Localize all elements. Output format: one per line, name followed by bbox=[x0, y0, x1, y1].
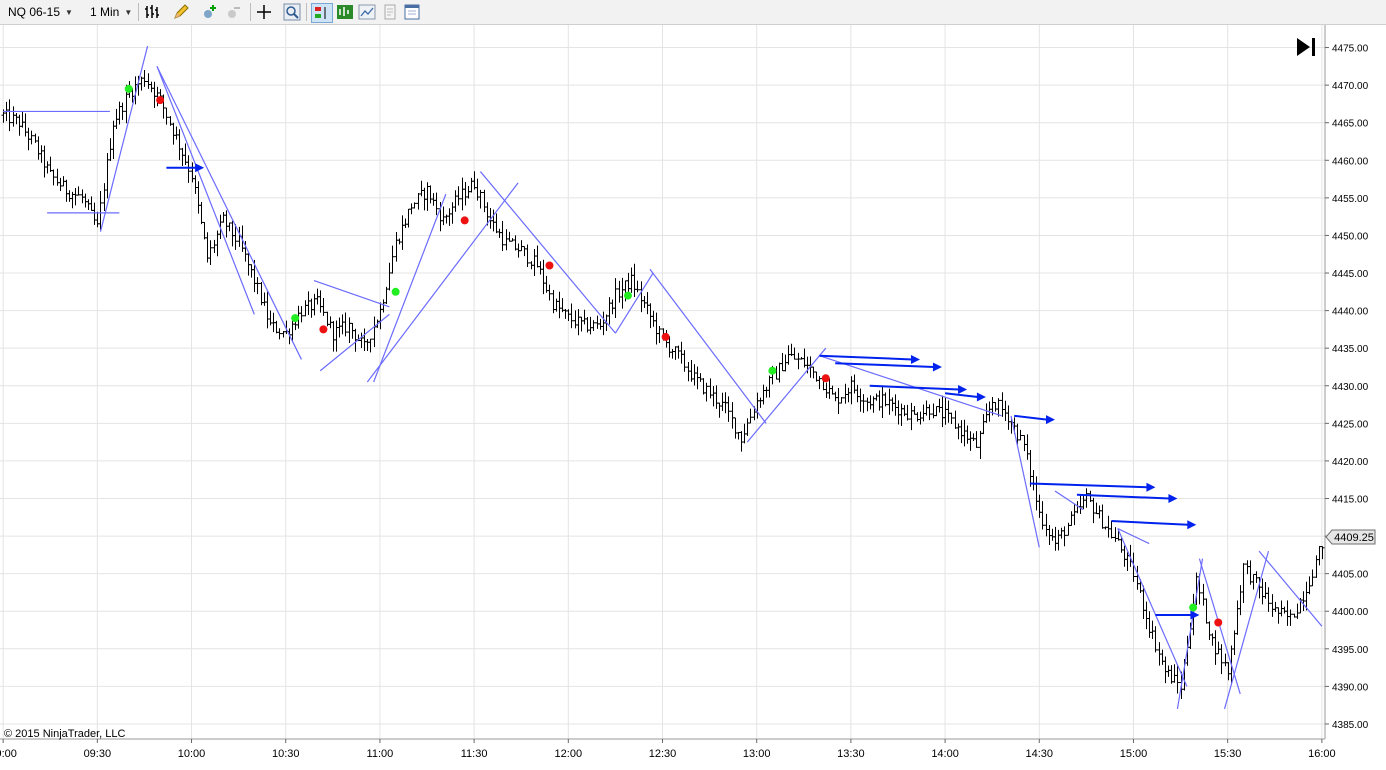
price-tick-label: 4415.00 bbox=[1332, 494, 1369, 505]
time-tick-label: 13:30 bbox=[837, 748, 865, 760]
instrument-label: NQ 06-15 bbox=[8, 5, 61, 19]
price-tick-label: 4435.00 bbox=[1332, 344, 1369, 355]
workspace-icon[interactable] bbox=[403, 3, 421, 21]
data-box-icon[interactable] bbox=[336, 3, 354, 21]
price-tick-label: 4465.00 bbox=[1332, 119, 1369, 130]
time-tick-label: 10:30 bbox=[272, 748, 300, 760]
chart-properties-icon[interactable] bbox=[358, 3, 376, 21]
price-tick-label: 4390.00 bbox=[1332, 682, 1369, 693]
remove-indicator-icon[interactable] bbox=[224, 3, 242, 21]
price-tick-label: 4400.00 bbox=[1332, 607, 1369, 618]
price-tick-label: 4420.00 bbox=[1332, 457, 1369, 468]
sell-signal-dot bbox=[821, 374, 830, 383]
price-tick-label: 4450.00 bbox=[1332, 231, 1369, 242]
last-price-label: 4409.25 bbox=[1334, 532, 1374, 544]
sell-signal-dot bbox=[319, 325, 328, 334]
crosshair-icon[interactable] bbox=[255, 3, 273, 21]
buy-signal-dot bbox=[291, 314, 300, 323]
price-tick-label: 4405.00 bbox=[1332, 570, 1369, 581]
add-indicator-icon[interactable] bbox=[200, 3, 218, 21]
time-tick-label: 15:30 bbox=[1214, 748, 1242, 760]
price-tick-label: 4460.00 bbox=[1332, 156, 1369, 167]
price-chart[interactable]: 4475.00 4470.00 4465.00 4460.00 4455.00 4450.… bbox=[0, 25, 1386, 770]
zoom-icon[interactable] bbox=[283, 3, 301, 21]
price-tick-label: 4430.00 bbox=[1332, 382, 1369, 393]
interval-label: 1 Min bbox=[90, 5, 120, 19]
last-price-marker: 4409.25 bbox=[1325, 529, 1376, 545]
price-tick-label: 4440.00 bbox=[1332, 307, 1369, 318]
sell-signal-dot bbox=[545, 261, 554, 270]
price-tick-label: 4425.00 bbox=[1332, 419, 1369, 430]
time-tick-label: 15:00 bbox=[1120, 748, 1148, 760]
time-tick-label: 13:00 bbox=[743, 748, 771, 760]
price-tick-label: 4395.00 bbox=[1332, 645, 1369, 656]
time-tick-label: 14:30 bbox=[1026, 748, 1054, 760]
interval-selector[interactable]: 1 Min ▼ bbox=[90, 2, 132, 22]
toolbar-divider bbox=[250, 3, 251, 21]
toolbar-divider bbox=[138, 3, 139, 21]
buy-signal-dot bbox=[768, 366, 777, 375]
time-tick-label: 12:00 bbox=[555, 748, 583, 760]
time-tick-label: 11:30 bbox=[461, 748, 488, 760]
time-tick-label: 14:00 bbox=[931, 748, 959, 760]
drawing-pencil-icon[interactable] bbox=[172, 3, 190, 21]
price-tick-label: 4455.00 bbox=[1332, 194, 1369, 205]
print-icon[interactable] bbox=[381, 3, 399, 21]
sell-signal-dot bbox=[1214, 618, 1223, 627]
sell-signal-dot bbox=[156, 96, 165, 105]
price-tick-label: 4385.00 bbox=[1332, 720, 1369, 731]
copyright-notice: © 2015 NinjaTrader, LLC bbox=[4, 728, 126, 740]
time-tick-label: 12:30 bbox=[649, 748, 677, 760]
chevron-down-icon: ▼ bbox=[124, 7, 133, 17]
bar-type-icon[interactable] bbox=[143, 3, 161, 21]
price-tick-label: 4445.00 bbox=[1332, 269, 1369, 280]
price-tick-label: 4470.00 bbox=[1332, 81, 1369, 92]
chart-toolbar: NQ 06-15 ▼ 1 Min ▼ bbox=[0, 0, 1386, 25]
sell-signal-dot bbox=[460, 216, 469, 225]
time-tick-label: 11:00 bbox=[367, 748, 394, 760]
time-tick-label: 09:00 bbox=[0, 748, 17, 760]
buy-signal-dot bbox=[623, 291, 632, 300]
chart-trader-icon[interactable] bbox=[311, 3, 333, 23]
buy-signal-dot bbox=[391, 287, 400, 296]
toolbar-divider bbox=[306, 3, 307, 21]
sell-signal-dot bbox=[661, 332, 670, 341]
time-tick-label: 16:00 bbox=[1308, 748, 1336, 760]
instrument-selector[interactable]: NQ 06-15 ▼ bbox=[8, 2, 73, 22]
price-tick-label: 4475.00 bbox=[1332, 44, 1369, 55]
buy-signal-dot bbox=[1189, 603, 1198, 612]
time-tick-label: 10:00 bbox=[178, 748, 206, 760]
time-tick-label: 09:30 bbox=[84, 748, 112, 760]
chevron-down-icon: ▼ bbox=[65, 7, 73, 17]
buy-signal-dot bbox=[124, 84, 133, 93]
chart-background bbox=[0, 25, 1386, 770]
